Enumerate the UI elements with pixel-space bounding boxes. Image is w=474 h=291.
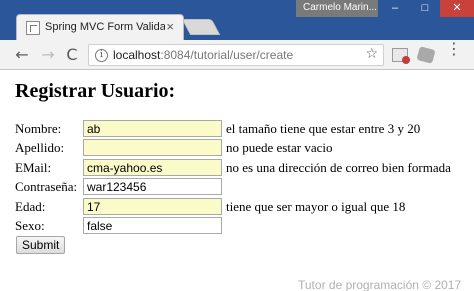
- apellido-input[interactable]: [83, 139, 222, 156]
- url-host: localhost: [113, 48, 161, 62]
- address-bar[interactable]: i localhost:8084/tutorial/user/create ☆: [88, 44, 384, 66]
- nombre-input[interactable]: [83, 120, 222, 137]
- page-content: Registrar Usuario: Nombre: el tamaño tie…: [0, 71, 474, 291]
- tab-title: Spring MVC Form Valida: [45, 21, 165, 33]
- apellido-label: Apellido:: [15, 140, 65, 155]
- url-text[interactable]: localhost:8084/tutorial/user/create: [113, 48, 293, 62]
- email-label: EMail:: [15, 160, 52, 175]
- extension-icon[interactable]: [416, 46, 436, 64]
- contrasena-label: Contraseña:: [15, 179, 78, 194]
- email-input[interactable]: [83, 159, 222, 176]
- edad-label: Edad:: [15, 199, 46, 214]
- email-error: no es una dirección de correo bien forma…: [226, 160, 451, 175]
- minimize-button[interactable]: –: [380, 0, 410, 17]
- page-title: Registrar Usuario:: [15, 80, 176, 102]
- bookmark-star-icon[interactable]: ☆: [365, 46, 378, 62]
- edad-error: tiene que ser mayor o igual que 18: [226, 199, 406, 214]
- tab-close-icon[interactable]: ×: [166, 19, 174, 34]
- site-info-icon[interactable]: i: [95, 49, 108, 62]
- watermark-text: Tutor de programación © 2017: [298, 278, 462, 291]
- nombre-error: el tamaño tiene que estar entre 3 y 20: [226, 121, 421, 136]
- forward-button[interactable]: →: [38, 45, 58, 65]
- close-window-button[interactable]: ✕: [440, 0, 474, 17]
- edad-input[interactable]: [83, 198, 222, 215]
- url-path: :8084/tutorial/user/create: [160, 48, 294, 62]
- nombre-label: Nombre:: [15, 121, 62, 136]
- reload-button[interactable]: C: [62, 45, 82, 65]
- sexo-label: Sexo:: [15, 218, 45, 233]
- browser-menu-icon[interactable]: ⋮: [446, 41, 462, 57]
- page-favicon-icon: [26, 21, 40, 35]
- back-button[interactable]: ←: [12, 45, 32, 65]
- apellido-error: no puede estar vacio: [226, 140, 333, 155]
- profile-button[interactable]: Carmelo Marin...: [296, 0, 378, 17]
- sexo-input[interactable]: [83, 217, 222, 234]
- profile-name: Carmelo Marin...: [303, 2, 377, 13]
- new-tab-button[interactable]: [181, 19, 221, 35]
- browser-tab[interactable]: Spring MVC Form Valida ×: [16, 14, 184, 40]
- mail-extension-icon[interactable]: [392, 48, 410, 64]
- contrasena-input[interactable]: [83, 178, 222, 195]
- browser-toolbar: ← → C i localhost:8084/tutorial/user/cre…: [0, 40, 474, 70]
- window-titlebar: Spring MVC Form Valida × Carmelo Marin..…: [0, 0, 474, 40]
- submit-button[interactable]: Submit: [16, 236, 66, 254]
- maximize-button[interactable]: □: [410, 0, 440, 17]
